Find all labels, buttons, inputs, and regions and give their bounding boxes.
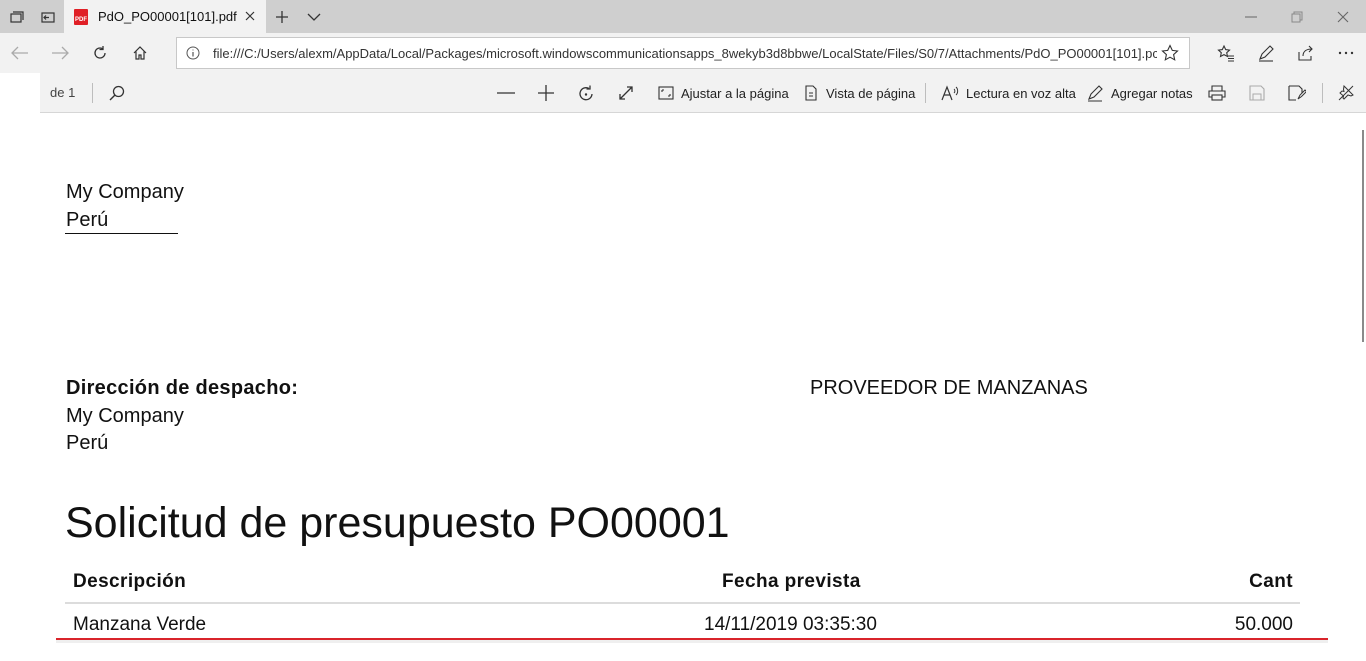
site-info-icon[interactable] [186, 46, 200, 65]
row-shadow [56, 640, 1328, 643]
tab-preview-chevron-icon[interactable] [298, 0, 330, 33]
fit-to-page-button[interactable]: Ajustar a la página [658, 81, 789, 105]
toolbar-divider [92, 83, 93, 103]
home-icon[interactable] [122, 37, 158, 69]
refresh-icon[interactable] [82, 37, 118, 69]
shipping-company: My Company [66, 405, 184, 427]
close-window-icon[interactable] [1320, 0, 1366, 33]
forward-arrow-icon[interactable] [42, 37, 78, 69]
toolbar-divider [925, 83, 926, 103]
shipping-country: Perú [66, 432, 109, 454]
column-header-description: Descripción [73, 571, 187, 592]
company-country: Perú [66, 209, 109, 231]
pdf-file-icon: PDF [74, 8, 88, 25]
save-icon[interactable] [1245, 81, 1269, 105]
close-tab-icon[interactable] [242, 8, 258, 24]
unpin-toolbar-icon[interactable] [1334, 81, 1358, 105]
row-quantity: 50.000 [1234, 614, 1293, 635]
tab-title: PdO_PO00001[101].pdf [98, 9, 237, 24]
row-description: Manzana Verde [73, 614, 207, 635]
fit-to-page-icon [658, 86, 674, 100]
tab-strip: PDF PdO_PO00001[101].pdf [0, 0, 1366, 33]
rotate-icon[interactable] [574, 81, 598, 105]
vertical-scrollbar[interactable] [1362, 130, 1364, 342]
minimize-icon[interactable] [1228, 0, 1274, 33]
pen-icon [1088, 85, 1103, 102]
zoom-out-icon[interactable] [494, 81, 518, 105]
pdf-toolbar: de 1 Ajustar a la página Vista de página… [0, 73, 1366, 113]
print-icon[interactable] [1205, 81, 1229, 105]
read-aloud-icon [941, 85, 959, 101]
column-header-quantity: Cant [1249, 571, 1293, 592]
address-url[interactable]: file:///C:/Users/alexm/AppData/Local/Pac… [213, 46, 1157, 61]
new-tab-icon[interactable] [266, 0, 298, 33]
more-options-icon[interactable] [1328, 37, 1364, 69]
tab-active[interactable]: PDF PdO_PO00001[101].pdf [64, 0, 266, 33]
document-title: Solicitud de presupuesto PO00001 [65, 499, 730, 547]
toolbar-divider [1322, 83, 1323, 103]
company-underline [65, 233, 178, 234]
make-web-note-icon[interactable] [1248, 37, 1284, 69]
vendor-name: PROVEEDOR DE MANZANAS [810, 377, 1088, 399]
search-icon[interactable] [105, 81, 129, 105]
fit-to-page-label: Ajustar a la página [681, 85, 789, 101]
set-tabs-aside-icon[interactable] [32, 0, 64, 33]
restore-icon[interactable] [1274, 0, 1320, 33]
zoom-in-icon[interactable] [534, 81, 558, 105]
table-header-divider [65, 602, 1300, 604]
favorites-hub-icon[interactable] [1208, 37, 1244, 69]
favorite-star-icon[interactable] [1161, 44, 1179, 67]
back-arrow-icon[interactable] [2, 37, 38, 69]
page-view-label: Vista de página [826, 85, 916, 101]
share-icon[interactable] [1288, 37, 1324, 69]
page-view-button[interactable]: Vista de página [803, 81, 915, 105]
page-view-icon [805, 85, 817, 101]
row-date: 14/11/2019 03:35:30 [704, 614, 877, 635]
address-bar[interactable]: file:///C:/Users/alexm/AppData/Local/Pac… [176, 37, 1190, 69]
page-count-label: de 1 [50, 85, 76, 100]
column-header-date: Fecha prevista [722, 571, 861, 592]
navigation-bar: file:///C:/Users/alexm/AppData/Local/Pac… [0, 33, 1366, 73]
page-number-input[interactable] [0, 73, 40, 113]
add-notes-button[interactable]: Agregar notas [1086, 81, 1193, 105]
read-aloud-button[interactable]: Lectura en voz alta [941, 81, 1076, 105]
shipping-address-label: Dirección de despacho: [66, 377, 299, 399]
company-name: My Company [66, 181, 184, 203]
full-screen-icon[interactable] [614, 81, 638, 105]
save-as-icon[interactable] [1285, 81, 1309, 105]
add-notes-label: Agregar notas [1111, 85, 1193, 101]
pdf-document-view: My Company Perú Dirección de despacho: M… [0, 114, 1366, 661]
read-aloud-label: Lectura en voz alta [966, 85, 1076, 101]
tab-actions-icon[interactable] [0, 0, 32, 33]
